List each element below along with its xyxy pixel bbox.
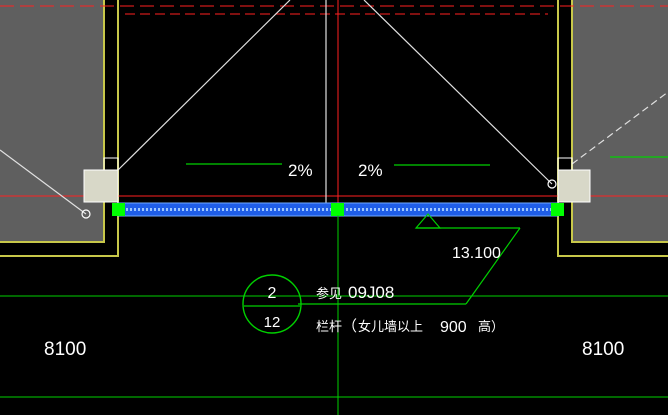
- note-suffix[interactable]: 高）: [478, 319, 504, 335]
- right-wall[interactable]: [557, 0, 668, 257]
- note-prefix[interactable]: 栏杆: [316, 320, 342, 335]
- left-wall[interactable]: [0, 0, 119, 257]
- cad-drawing[interactable]: 2% 2% 13.100 2 12 参见 09J08 栏杆 （ 女儿墙以上 90…: [0, 0, 668, 415]
- callout-sheet[interactable]: 12: [264, 314, 281, 331]
- callout-number[interactable]: 2: [268, 285, 277, 302]
- left-wall-fill: [0, 0, 105, 242]
- elevation-value[interactable]: 13.100: [452, 245, 501, 262]
- reference-label[interactable]: 参见: [316, 286, 342, 302]
- note-paren-open: （: [342, 317, 357, 335]
- selected-beam[interactable]: [112, 202, 564, 217]
- reference-code[interactable]: 09J08: [348, 283, 394, 302]
- right-column[interactable]: [557, 169, 591, 203]
- slope-label-right[interactable]: 2%: [358, 161, 383, 180]
- detail-callout[interactable]: 2 12: [242, 274, 302, 334]
- cad-drawing-canvas[interactable]: 2% 2% 13.100 2 12 参见 09J08 栏杆 （ 女儿墙以上 90…: [0, 0, 668, 415]
- elevation-marker[interactable]: 13.100: [414, 213, 521, 305]
- dimension-left[interactable]: 8100: [44, 339, 86, 360]
- slope-label-left[interactable]: 2%: [288, 161, 313, 180]
- grip-left[interactable]: [112, 203, 125, 216]
- left-column-cap: [103, 157, 119, 171]
- left-slope-diagonal: [117, 0, 291, 171]
- note-value[interactable]: 900: [440, 319, 467, 336]
- right-slope-diagonal: [363, 0, 553, 185]
- left-column[interactable]: [83, 169, 119, 203]
- grip-right[interactable]: [551, 203, 564, 216]
- elevation-leader: [465, 227, 521, 305]
- dimension-right[interactable]: 8100: [582, 339, 624, 360]
- note-text[interactable]: 女儿墙以上: [358, 319, 423, 335]
- grip-middle[interactable]: [331, 203, 344, 216]
- right-column-cap: [557, 157, 573, 171]
- right-wall-fill: [572, 0, 668, 242]
